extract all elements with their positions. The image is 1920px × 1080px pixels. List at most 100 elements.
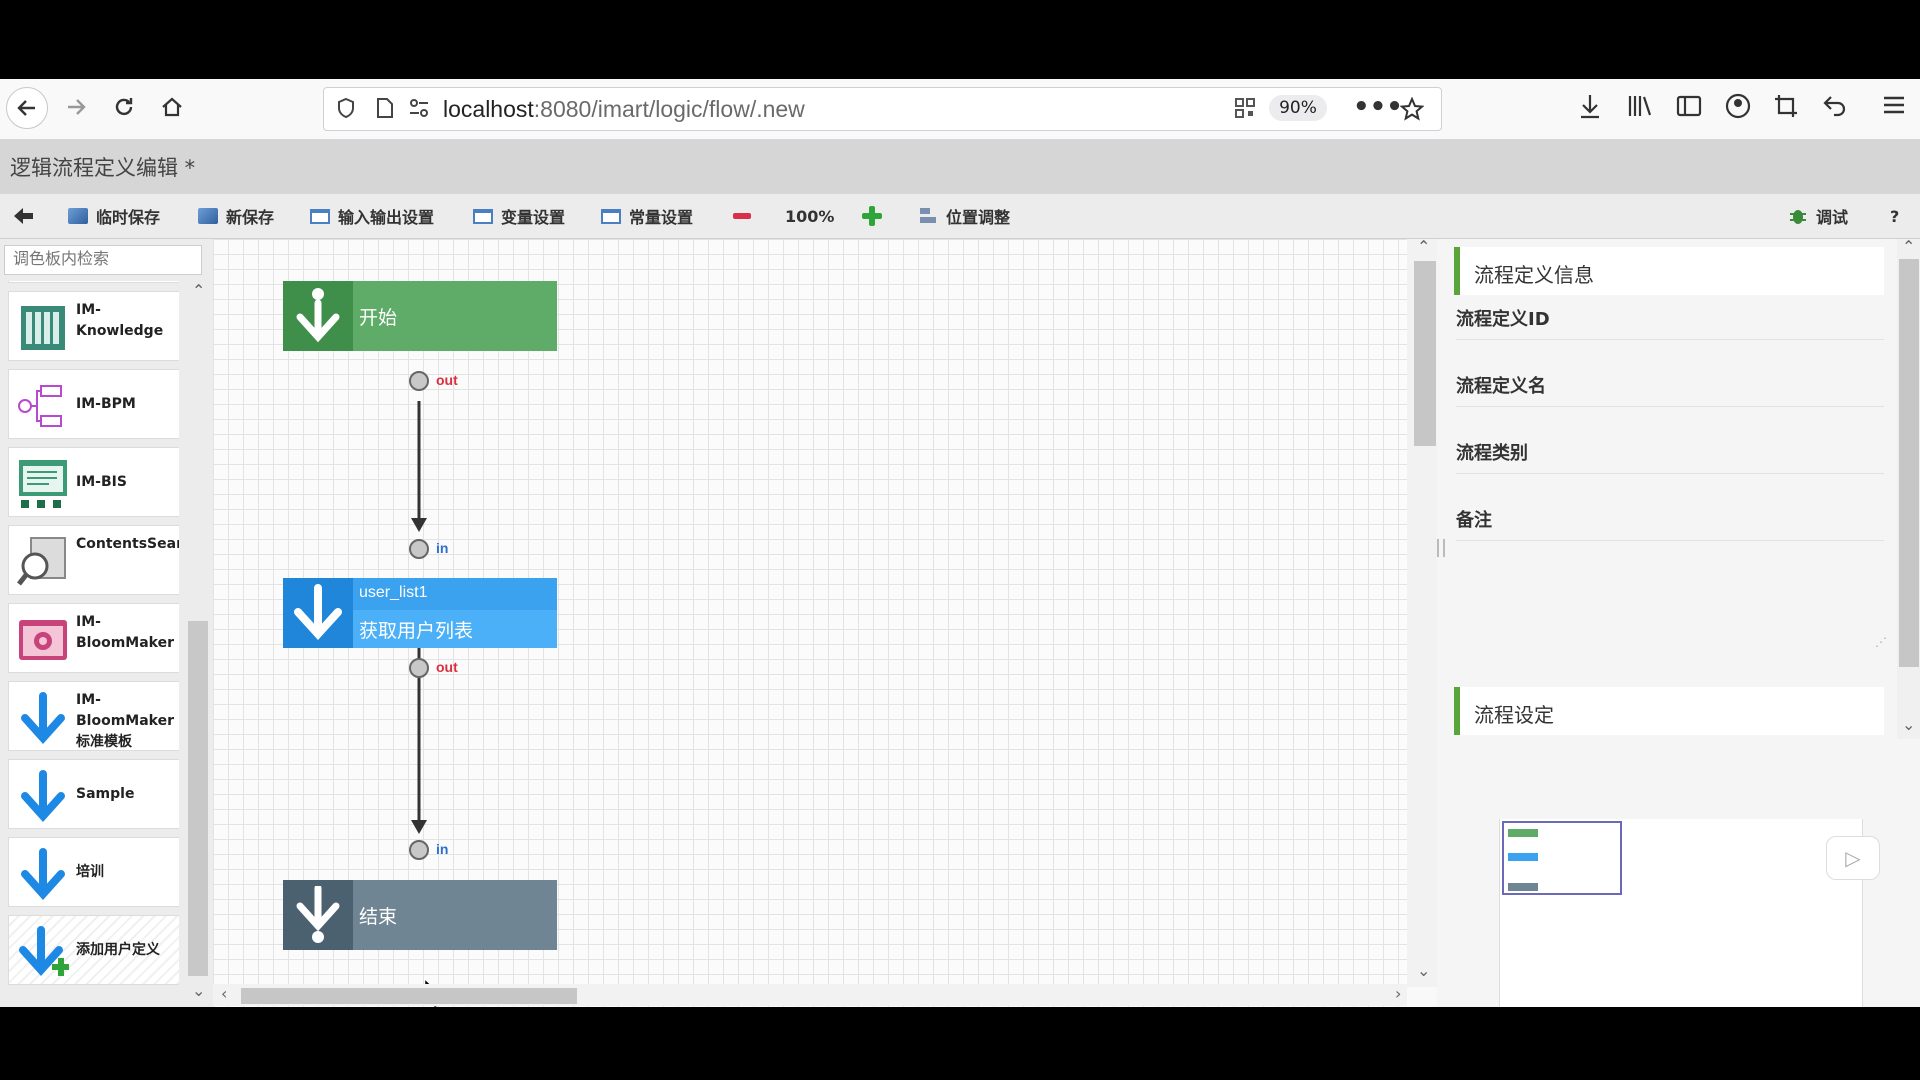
download-icon[interactable] (1578, 93, 1602, 119)
palette-item-label: IM-BPM (76, 396, 136, 412)
palette-item-contents-search[interactable]: ContentsSearch (8, 525, 179, 595)
menu-icon[interactable] (1882, 93, 1906, 117)
canvas-horizontal-scrollbar[interactable]: ‹ › (213, 984, 1407, 1006)
forward-button[interactable] (57, 88, 95, 126)
play-button[interactable]: ▷ (1826, 836, 1880, 880)
window-icon (473, 208, 493, 224)
end-node-label: 结束 (359, 906, 398, 928)
flow-nodes-icon (18, 385, 62, 427)
flow-canvas[interactable]: 开始 out in user_list1 获取用户列表 out in 结束 (213, 239, 1407, 1007)
flow-settings-header[interactable]: 流程设定 (1454, 687, 1884, 735)
field-flow-id: 流程定义ID (1456, 305, 1884, 340)
window-icon (310, 208, 330, 224)
overview-minimap[interactable] (1499, 819, 1863, 1007)
palette-item-im-bis[interactable]: IM-BIS (8, 447, 179, 517)
palette-search-input[interactable] (4, 245, 202, 275)
zoom-out-icon[interactable] (733, 213, 751, 219)
field-flow-name: 流程定义名 (1456, 372, 1884, 407)
chevron-right-icon[interactable]: › (1395, 984, 1401, 1003)
chevron-up-icon[interactable]: ⌃ (1902, 237, 1915, 256)
arrow-right-icon (68, 99, 86, 115)
chevron-down-icon[interactable]: ⌄ (1417, 961, 1430, 980)
screenshot-icon[interactable] (1773, 93, 1799, 119)
flow-node-start[interactable]: 开始 (283, 281, 557, 351)
browser-toolbar: localhost:8080/imart/logic/flow/.new 90%… (0, 79, 1920, 140)
properties-scrollbar[interactable]: ⌃ ⌄ (1897, 237, 1920, 739)
task-out-port[interactable] (409, 658, 429, 678)
palette-scroll-thumb[interactable] (188, 621, 208, 976)
palette-item-label: Sample (76, 786, 135, 802)
task-in-port[interactable] (409, 539, 429, 559)
address-bar[interactable]: localhost:8080/imart/logic/flow/.new 90%… (323, 87, 1442, 131)
minimap-start-node (1508, 829, 1538, 837)
flow-node-end[interactable]: 结束 (283, 880, 557, 950)
palette-item-add-user-definition[interactable]: 添加用户定义 (8, 915, 179, 985)
new-save-button[interactable]: 新保存 (198, 204, 274, 228)
down-arrow-plus-icon (19, 926, 69, 976)
io-settings-button[interactable]: 输入输出设置 (310, 204, 434, 228)
canvas-vertical-scrollbar[interactable]: ⌃ ⌄ (1407, 237, 1437, 987)
chevron-up-icon[interactable]: ⌃ (192, 281, 205, 300)
palette-item-bloommaker-template[interactable]: IM-BloomMaker 标准模板 (8, 681, 179, 751)
home-icon (162, 97, 182, 117)
new-save-label: 新保存 (226, 208, 275, 227)
field-flow-category: 流程类别 (1456, 439, 1884, 474)
minimap-viewport[interactable] (1502, 821, 1622, 895)
undo-icon[interactable] (1822, 93, 1848, 119)
io-settings-label: 输入输出设置 (338, 208, 435, 227)
zoom-in-icon-vertical[interactable] (869, 206, 875, 226)
down-arrow-icon (21, 848, 65, 900)
library-icon[interactable] (1627, 93, 1653, 119)
palette-item-im-bpm[interactable]: IM-BPM (8, 369, 179, 439)
position-adjust-button[interactable]: 位置调整 (918, 204, 1010, 228)
start-node-label: 开始 (359, 307, 398, 329)
var-settings-button[interactable]: 变量设置 (473, 204, 565, 228)
flow-node-task[interactable]: user_list1 获取用户列表 (283, 578, 557, 648)
palette-item-partial[interactable] (8, 281, 179, 283)
palette-item-training[interactable]: 培训 (8, 837, 179, 907)
panel-splitter[interactable] (1437, 539, 1445, 557)
canvas-vscroll-thumb[interactable] (1414, 261, 1436, 446)
palette-scrollbar[interactable]: ⌃ ⌄ (186, 281, 210, 1003)
zoom-level-badge[interactable]: 90% (1269, 95, 1327, 121)
account-icon[interactable] (1725, 93, 1751, 119)
in-port-label: in (436, 841, 449, 857)
back-button[interactable] (6, 87, 48, 129)
qr-code-icon[interactable] (1234, 97, 1256, 119)
out-port-label: out (436, 659, 458, 675)
palette-item-label: IM-BloomMaker 标准模板 (76, 692, 175, 750)
temp-save-button[interactable]: 临时保存 (68, 204, 160, 228)
back-arrow-button[interactable] (12, 204, 34, 228)
flow-info-header[interactable]: 流程定义信息 (1454, 247, 1884, 295)
debug-button[interactable]: 调试 (1788, 204, 1848, 228)
help-button[interactable]: ? (1890, 204, 1899, 228)
palette-panel: IM-Knowledge IM-BPM IM-BIS ContentsSearc… (0, 239, 213, 1007)
end-in-port[interactable] (409, 840, 429, 860)
palette-item-im-knowledge[interactable]: IM-Knowledge (8, 291, 179, 361)
save-icon (68, 208, 88, 224)
page-title-bar: 逻辑流程定义编辑 * (0, 140, 1920, 194)
start-out-port[interactable] (409, 371, 429, 391)
palette-list: IM-Knowledge IM-BPM IM-BIS ContentsSearc… (4, 281, 179, 1003)
page-icon (377, 98, 393, 118)
home-button[interactable] (153, 88, 191, 126)
chevron-left-icon[interactable]: ‹ (221, 984, 227, 1003)
canvas-hscroll-thumb[interactable] (241, 988, 577, 1004)
var-settings-label: 变量设置 (501, 208, 566, 227)
properties-scroll-thumb[interactable] (1899, 259, 1919, 667)
page-actions-icon[interactable]: ••• (1353, 92, 1403, 122)
books-icon (21, 306, 65, 350)
palette-item-sample[interactable]: Sample (8, 759, 179, 829)
task-node-name: 获取用户列表 (359, 620, 474, 642)
resize-grip-icon[interactable]: ⋰ (1875, 635, 1887, 649)
properties-panel: 流程定义信息 流程定义ID 流程定义名 流程类别 备注 ⋰ 流程设定 ⌃ ⌄ (1437, 237, 1920, 1007)
sidebar-icon[interactable] (1676, 93, 1702, 119)
const-settings-label: 常量设置 (629, 208, 694, 227)
chevron-up-icon[interactable]: ⌃ (1417, 237, 1430, 256)
chevron-down-icon[interactable]: ⌄ (1902, 715, 1915, 734)
star-icon[interactable] (1400, 97, 1424, 121)
const-settings-button[interactable]: 常量设置 (601, 204, 693, 228)
reload-button[interactable] (105, 88, 143, 126)
chevron-down-icon[interactable]: ⌄ (192, 981, 205, 1000)
palette-item-im-bloommaker[interactable]: IM-BloomMaker (8, 603, 179, 673)
